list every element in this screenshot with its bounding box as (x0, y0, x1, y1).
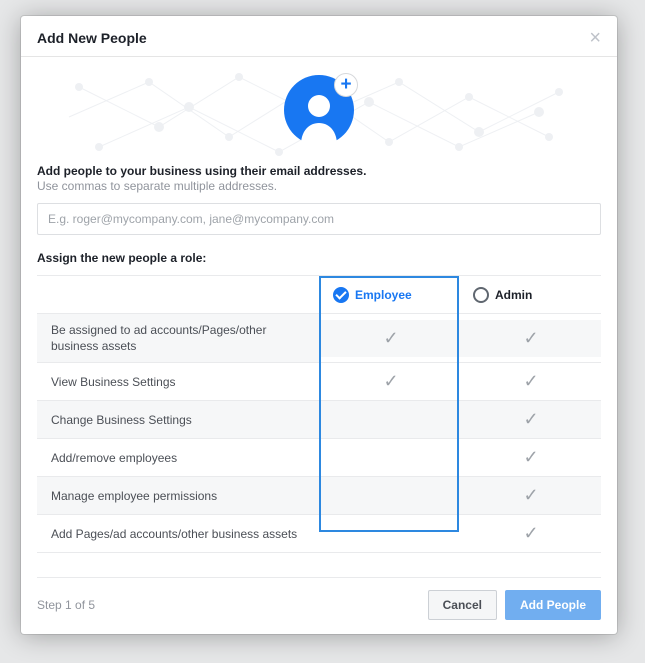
permission-employee-cell (321, 401, 461, 438)
table-row: Change Business Settings ✓ (37, 401, 601, 439)
permission-admin-cell: ✓ (461, 515, 601, 552)
role-name-employee: Employee (355, 288, 412, 302)
silhouette-icon (297, 91, 341, 145)
permission-admin-cell: ✓ (461, 320, 601, 357)
permission-employee-cell (321, 477, 461, 514)
permission-label: Add Pages/ad accounts/other business ass… (37, 515, 321, 552)
table-row: Be assigned to ad accounts/Pages/other b… (37, 314, 601, 363)
permission-employee-cell: ✓ (321, 363, 461, 400)
permission-admin-cell: ✓ (461, 477, 601, 514)
table-row: Add Pages/ad accounts/other business ass… (37, 515, 601, 553)
add-people-modal: Add New People × (21, 16, 617, 634)
check-icon: ✓ (383, 371, 398, 392)
role-name-admin: Admin (495, 288, 532, 302)
check-icon: ✓ (523, 371, 538, 392)
permission-admin-cell: ✓ (461, 363, 601, 400)
modal-title: Add New People (37, 30, 147, 46)
instructions-main: Add people to your business using their … (37, 164, 601, 178)
table-row: Add/remove employees ✓ (37, 439, 601, 477)
table-row: Manage employee permissions ✓ (37, 477, 601, 515)
permission-label: Add/remove employees (37, 439, 321, 476)
add-people-button[interactable]: Add People (505, 590, 601, 620)
email-field[interactable] (37, 203, 601, 235)
role-option-admin[interactable]: Admin (461, 276, 601, 313)
modal-footer: Step 1 of 5 Cancel Add People (37, 577, 601, 634)
role-permissions-table: Employee Admin Be assigned to ad account… (37, 275, 601, 553)
check-icon: ✓ (383, 328, 398, 349)
permission-admin-cell: ✓ (461, 439, 601, 476)
assign-role-label: Assign the new people a role: (37, 251, 601, 265)
table-row: View Business Settings ✓ ✓ (37, 363, 601, 401)
check-icon: ✓ (523, 447, 538, 468)
permission-employee-cell (321, 439, 461, 476)
cancel-button[interactable]: Cancel (428, 590, 497, 620)
instructions-sub: Use commas to separate multiple addresse… (37, 179, 601, 193)
modal-body: + Add people to your business using thei… (21, 57, 617, 553)
check-icon: ✓ (523, 485, 538, 506)
step-indicator: Step 1 of 5 (37, 598, 95, 612)
hero-graphic: + (37, 57, 601, 162)
table-header-row: Employee Admin (37, 276, 601, 314)
instructions: Add people to your business using their … (37, 164, 601, 193)
permission-employee-cell: ✓ (321, 320, 461, 357)
permission-label: Change Business Settings (37, 401, 321, 438)
permission-admin-cell: ✓ (461, 401, 601, 438)
person-icon: + (284, 75, 354, 145)
check-icon: ✓ (523, 409, 538, 430)
check-icon: ✓ (523, 523, 538, 544)
check-icon: ✓ (523, 328, 538, 349)
permission-label: View Business Settings (37, 363, 321, 400)
permission-label: Manage employee permissions (37, 477, 321, 514)
radio-unchecked-icon (473, 287, 489, 303)
modal-header: Add New People × (21, 16, 617, 57)
close-icon[interactable]: × (589, 31, 601, 45)
permission-employee-cell (321, 515, 461, 552)
plus-icon: + (334, 73, 358, 97)
role-option-employee[interactable]: Employee (321, 276, 461, 313)
permission-label: Be assigned to ad accounts/Pages/other b… (37, 314, 321, 362)
radio-checked-icon (333, 287, 349, 303)
